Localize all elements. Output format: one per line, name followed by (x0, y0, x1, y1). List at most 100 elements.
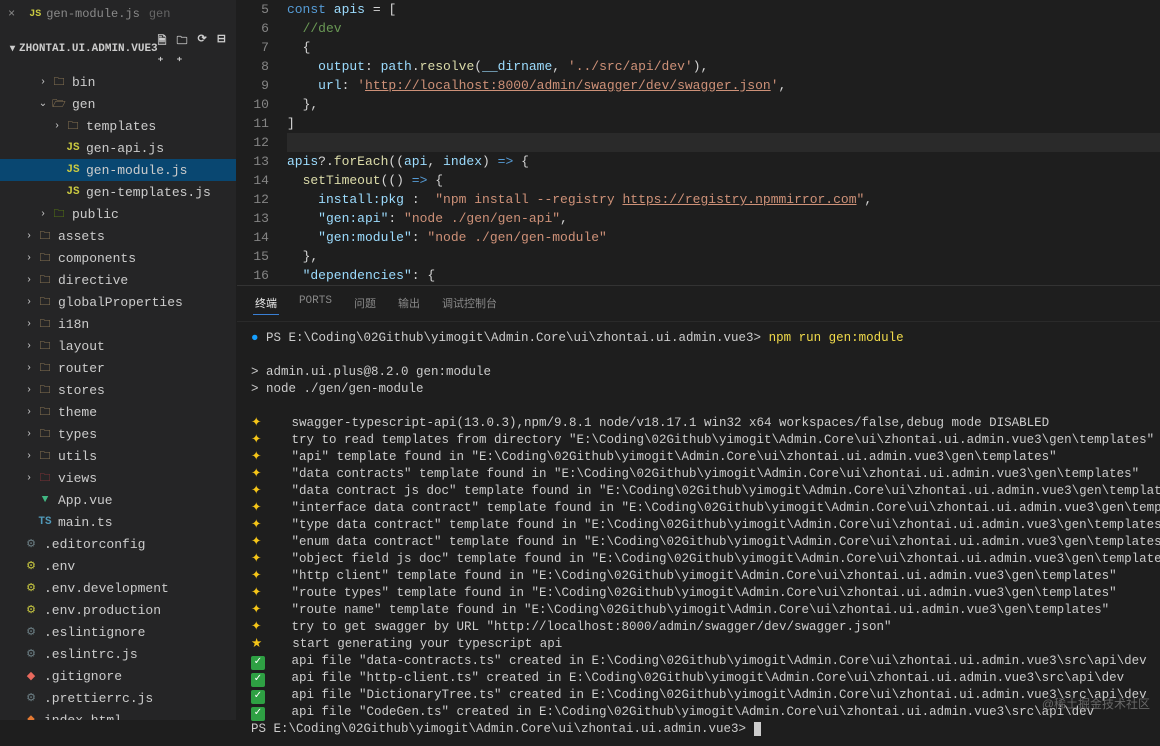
tree-item[interactable]: JSgen-module.js (0, 159, 236, 181)
line-gutter: 567891011121314 (237, 0, 287, 190)
terminal-line: > node ./gen/gen-module (251, 381, 1160, 398)
collapse-icon[interactable]: ⊟ (217, 32, 226, 65)
tree-item-label: .eslintrc.js (44, 647, 138, 662)
tree-item-label: .env.development (44, 581, 169, 596)
tree-item[interactable]: ›🗀components (0, 247, 236, 269)
tree-item[interactable]: ›🗀stores (0, 379, 236, 401)
tree-item-label: assets (58, 229, 105, 244)
tree-item[interactable]: JSgen-api.js (0, 137, 236, 159)
tree-item[interactable]: ⬥index.html (0, 709, 236, 720)
tree-item[interactable]: ›🗀globalProperties (0, 291, 236, 313)
terminal-line (251, 347, 1160, 364)
tree-item[interactable]: ⚙.eslintignore (0, 621, 236, 643)
code-area[interactable]: const apis = [ //dev { output: path.reso… (287, 0, 1160, 190)
tree-item[interactable]: ⚙.env.development (0, 577, 236, 599)
new-file-icon[interactable]: 🗎₊ (158, 32, 167, 65)
terminal-line: ✦ swagger-typescript-api(13.0.3),npm/9.8… (251, 415, 1160, 432)
terminal-tab[interactable]: 问题 (352, 292, 378, 315)
tree-item-label: views (58, 471, 97, 486)
close-icon[interactable]: × (8, 7, 15, 21)
terminal-line: ✓ api file "http-client.ts" created in E… (251, 670, 1160, 687)
terminal-line: ✦ "data contracts" template found in "E:… (251, 466, 1160, 483)
tree-item[interactable]: ⚙.env.production (0, 599, 236, 621)
terminal-panel: 终端 PORTS 问题输出调试控制台 ● PS E:\Coding\02Github… (237, 285, 1160, 746)
explorer-actions: 🗎₊ 🗀₊ ⟳ ⊟ (158, 32, 226, 65)
terminal-tab[interactable]: 调试控制台 (440, 292, 499, 315)
open-editors-tab: × JS gen-module.js gen (0, 0, 236, 28)
terminal-line: ✦ "api" template found in "E:\Coding\02G… (251, 449, 1160, 466)
new-folder-icon[interactable]: 🗀₊ (177, 32, 188, 65)
editor-top[interactable]: 567891011121314 const apis = [ //dev { o… (237, 0, 1160, 190)
tree-item-label: public (72, 207, 119, 222)
terminal-tab[interactable]: PORTS (297, 292, 334, 315)
tree-item-label: gen-module.js (86, 163, 187, 178)
editor-bottom[interactable]: 1213141516 install:pkg : "npm install --… (237, 190, 1160, 285)
workspace: × JS gen-module.js gen ▾ ZHONTAI.UI.ADMI… (0, 0, 1160, 720)
tree-item[interactable]: ›🗀public (0, 203, 236, 225)
terminal-tab[interactable]: 终端 (253, 292, 279, 315)
terminal-line: ✓ api file "CodeGen.ts" created in E:\Co… (251, 704, 1160, 721)
terminal-line: ✦ "type data contract" template found in… (251, 517, 1160, 534)
tree-item-label: bin (72, 75, 95, 90)
terminal-line: > admin.ui.plus@8.2.0 gen:module (251, 364, 1160, 381)
tree-item-label: main.ts (58, 515, 113, 530)
tree-item-label: App.vue (58, 493, 113, 508)
terminal-body[interactable]: ● PS E:\Coding\02Github\yimogit\Admin.Co… (237, 322, 1160, 746)
tree-item[interactable]: TSmain.ts (0, 511, 236, 533)
tree-item[interactable]: ›🗀types (0, 423, 236, 445)
tree-item[interactable]: ›🗀layout (0, 335, 236, 357)
tree-item-label: stores (58, 383, 105, 398)
terminal-line: ✓ api file "data-contracts.ts" created i… (251, 653, 1160, 670)
tree-item[interactable]: ›🗀templates (0, 115, 236, 137)
tree-item-label: components (58, 251, 136, 266)
tree-item[interactable]: ⚙.eslintrc.js (0, 643, 236, 665)
file-tree[interactable]: ›🗀bin⌄🗁gen›🗀templatesJSgen-api.jsJSgen-m… (0, 69, 236, 720)
tree-item[interactable]: ›🗀views (0, 467, 236, 489)
terminal-line: ● PS E:\Coding\02Github\yimogit\Admin.Co… (251, 330, 1160, 347)
tree-item-label: templates (86, 119, 156, 134)
tree-item[interactable]: ›🗀bin (0, 71, 236, 93)
tree-item-label: gen-api.js (86, 141, 164, 156)
tree-item-label: .gitignore (44, 669, 122, 684)
tree-item-label: types (58, 427, 97, 442)
tree-item[interactable]: ⌄🗁gen (0, 93, 236, 115)
terminal-tabs[interactable]: 终端 PORTS 问题输出调试控制台 (237, 286, 1160, 322)
terminal-line: ✦ try to get swagger by URL "http://loca… (251, 619, 1160, 636)
tree-item-label: .eslintignore (44, 625, 145, 640)
tree-item[interactable]: ⚙.prettierrc.js (0, 687, 236, 709)
open-file-tab[interactable]: JS gen-module.js gen (21, 4, 178, 24)
terminal-line: ✦ "enum data contract" template found in… (251, 534, 1160, 551)
project-name: ZHONTAI.UI.ADMIN.VUE3 (19, 43, 158, 55)
tree-item[interactable]: ⚙.editorconfig (0, 533, 236, 555)
js-icon: JS (29, 9, 41, 20)
tree-item[interactable]: JSgen-templates.js (0, 181, 236, 203)
terminal-line: ✦ try to read templates from directory "… (251, 432, 1160, 449)
tree-item-label: gen-templates.js (86, 185, 211, 200)
main-panel: 567891011121314 const apis = [ //dev { o… (237, 0, 1160, 720)
tree-item-label: theme (58, 405, 97, 420)
tree-item[interactable]: ›🗀router (0, 357, 236, 379)
chevron-down-icon: ▾ (10, 43, 15, 55)
tree-item[interactable]: ▼App.vue (0, 489, 236, 511)
tree-item[interactable]: ›🗀i18n (0, 313, 236, 335)
sidebar: × JS gen-module.js gen ▾ ZHONTAI.UI.ADMI… (0, 0, 237, 720)
tree-item[interactable]: ◆.gitignore (0, 665, 236, 687)
tree-item-label: .env (44, 559, 75, 574)
tree-item[interactable]: ›🗀theme (0, 401, 236, 423)
code-area[interactable]: install:pkg : "npm install --registry ht… (287, 190, 1160, 285)
tree-item-label: .prettierrc.js (44, 691, 153, 706)
terminal-line: ✦ "interface data contract" template fou… (251, 500, 1160, 517)
open-file-hint: gen (149, 7, 171, 21)
refresh-icon[interactable]: ⟳ (198, 32, 207, 65)
tree-item[interactable]: ⚙.env (0, 555, 236, 577)
explorer-header[interactable]: ▾ ZHONTAI.UI.ADMIN.VUE3 🗎₊ 🗀₊ ⟳ ⊟ (0, 28, 236, 69)
tree-item[interactable]: ›🗀directive (0, 269, 236, 291)
terminal-line: ✦ "route types" template found in "E:\Co… (251, 585, 1160, 602)
open-file-label: gen-module.js (46, 7, 140, 21)
terminal-tab[interactable]: 输出 (396, 292, 422, 315)
tree-item[interactable]: ›🗀assets (0, 225, 236, 247)
line-gutter: 1213141516 (237, 190, 287, 285)
tree-item-label: utils (58, 449, 97, 464)
tree-item-label: i18n (58, 317, 89, 332)
tree-item[interactable]: ›🗀utils (0, 445, 236, 467)
